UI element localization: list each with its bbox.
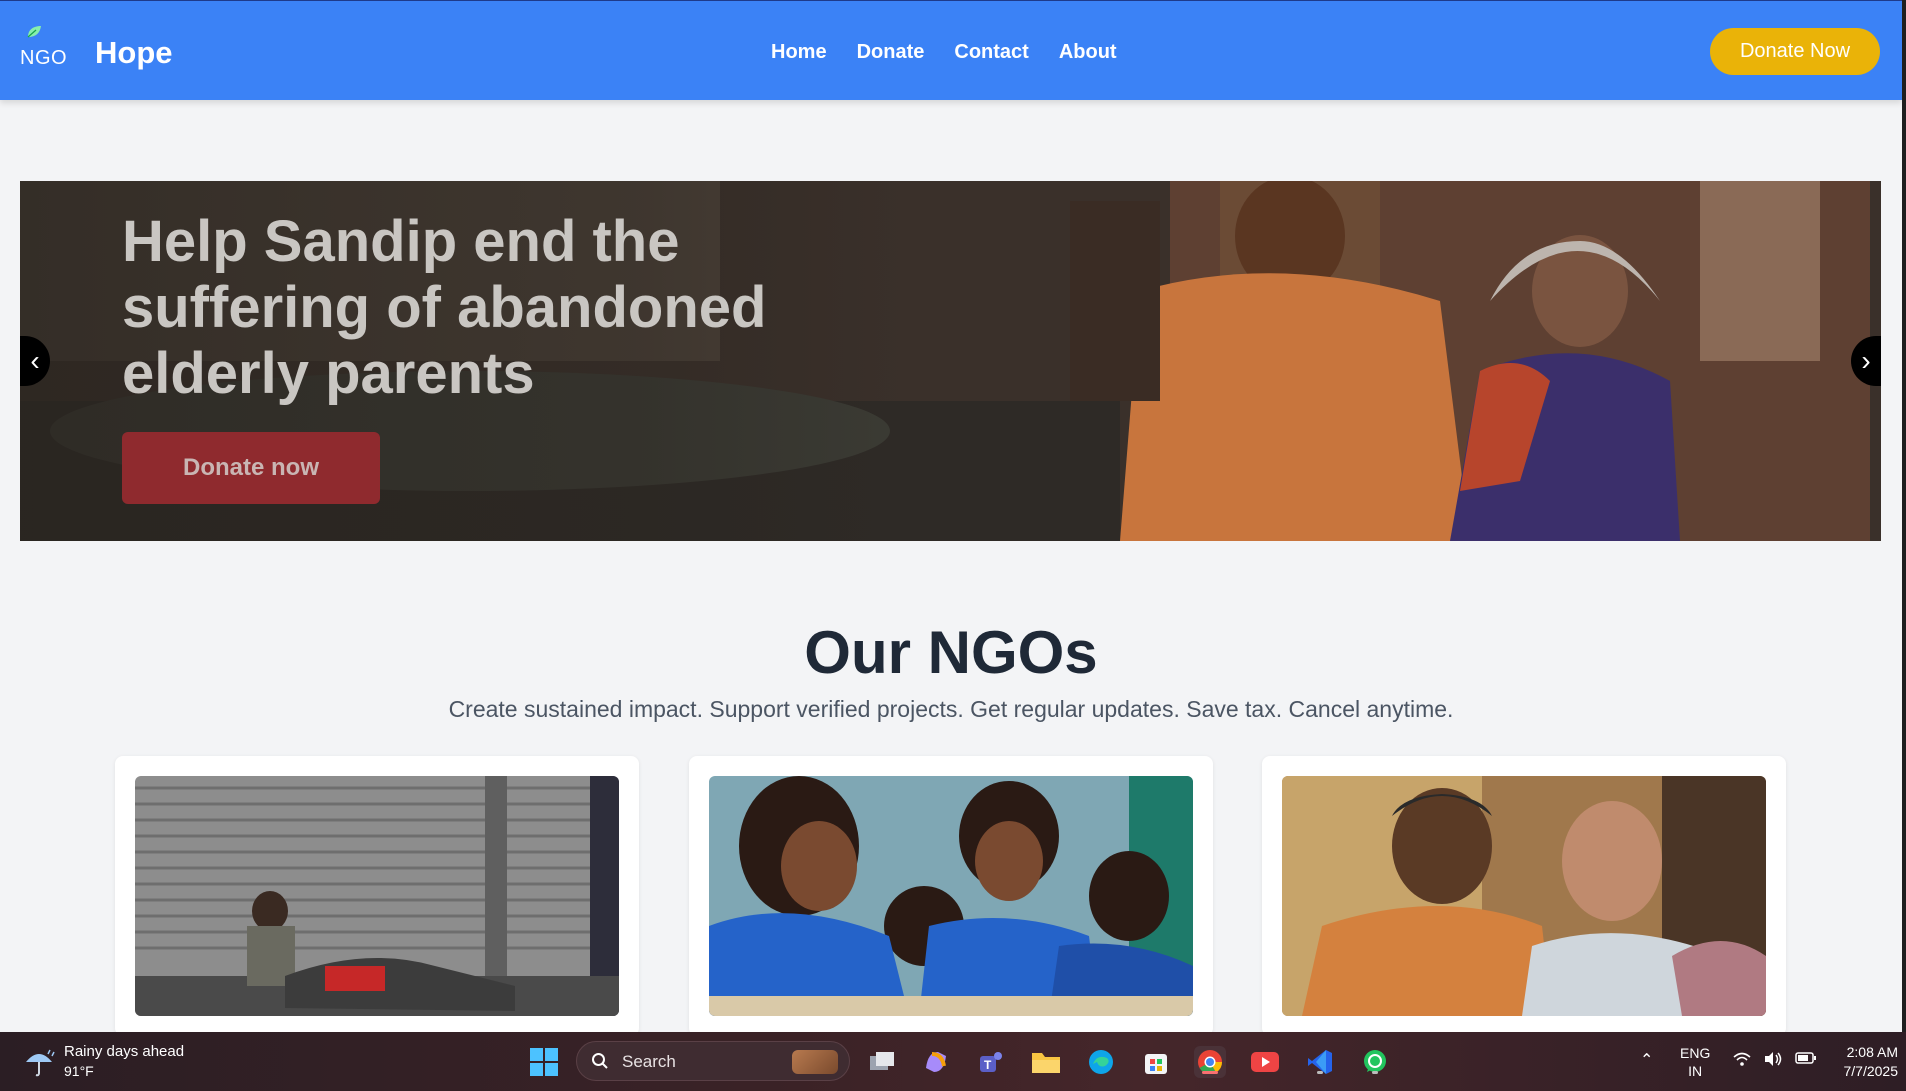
ngo-card-image	[709, 776, 1193, 1016]
hero-title: Help Sandip end the suffering of abandon…	[122, 209, 767, 406]
clock[interactable]: 2:08 AM 7/7/2025	[1826, 1043, 1899, 1081]
task-view-icon[interactable]	[866, 1046, 898, 1078]
ngo-card[interactable]	[1262, 756, 1786, 1036]
rain-umbrella-icon[interactable]	[22, 1044, 56, 1078]
teams-icon[interactable]: T	[975, 1046, 1007, 1078]
active-indicator	[1202, 1071, 1218, 1074]
weather-title[interactable]: Rainy days ahead	[64, 1043, 184, 1060]
logo-text: NGO	[20, 47, 68, 69]
volume-icon	[1765, 1052, 1782, 1066]
main-nav: Home Donate Contact About	[771, 41, 1117, 64]
brand-name[interactable]: Hope	[95, 35, 173, 71]
scrollbar[interactable]	[1902, 0, 1906, 1032]
clock-time: 2:08 AM	[1846, 1044, 1898, 1060]
youtube-icon[interactable]	[1249, 1046, 1281, 1078]
chrome-icon[interactable]	[1194, 1046, 1226, 1078]
hero-donate-button[interactable]: Donate now	[122, 432, 380, 504]
nav-donate-link[interactable]: Donate	[857, 41, 925, 64]
wifi-icon	[1733, 1052, 1751, 1066]
logo[interactable]: NGO	[18, 23, 68, 73]
weather-temp[interactable]: 91°F	[64, 1063, 94, 1079]
running-indicator	[1317, 1071, 1323, 1074]
taskbar-search[interactable]: Search	[576, 1041, 850, 1081]
store-icon[interactable]	[1140, 1046, 1172, 1078]
whatsapp-icon[interactable]	[1359, 1046, 1391, 1078]
chevron-up-icon[interactable]: ⌃	[1640, 1050, 1653, 1070]
copilot-icon[interactable]	[920, 1046, 952, 1078]
ngo-card-image	[1282, 776, 1766, 1016]
ngo-card[interactable]	[115, 756, 639, 1036]
svg-text:T: T	[984, 1058, 992, 1072]
running-indicator	[1372, 1071, 1378, 1074]
language-indicator[interactable]: ENG IN	[1680, 1044, 1710, 1080]
edge-icon[interactable]	[1085, 1046, 1117, 1078]
ngo-card[interactable]	[689, 756, 1213, 1036]
hero-carousel: Help Sandip end the suffering of abandon…	[20, 181, 1881, 541]
file-explorer-icon[interactable]	[1030, 1046, 1062, 1078]
language-code: ENG	[1680, 1045, 1711, 1061]
windows-start-icon[interactable]	[530, 1048, 558, 1076]
region-code: IN	[1688, 1063, 1703, 1079]
section-title: Our NGOs	[804, 619, 1098, 686]
section-subtitle: Create sustained impact. Support verifie…	[448, 696, 1454, 722]
nav-home-link[interactable]: Home	[771, 41, 827, 64]
search-label: Search	[622, 1052, 676, 1071]
battery-icon	[1795, 1052, 1816, 1064]
vscode-icon[interactable]	[1304, 1046, 1336, 1078]
leaf-icon	[27, 26, 41, 38]
nav-about-link[interactable]: About	[1059, 41, 1117, 64]
taskbar: Rainy days ahead 91°F Search T ⌃ ENG IN …	[0, 1032, 1906, 1091]
ngo-card-image	[135, 776, 619, 1016]
nav-contact-link[interactable]: Contact	[954, 41, 1028, 64]
navbar: NGO Hope Home Donate Contact About Donat…	[0, 0, 1902, 100]
clock-date: 7/7/2025	[1843, 1063, 1899, 1079]
donate-now-button[interactable]: Donate Now	[1710, 28, 1880, 75]
search-highlight-icon	[792, 1050, 838, 1074]
system-tray[interactable]	[1733, 1051, 1817, 1067]
search-icon	[592, 1053, 608, 1069]
